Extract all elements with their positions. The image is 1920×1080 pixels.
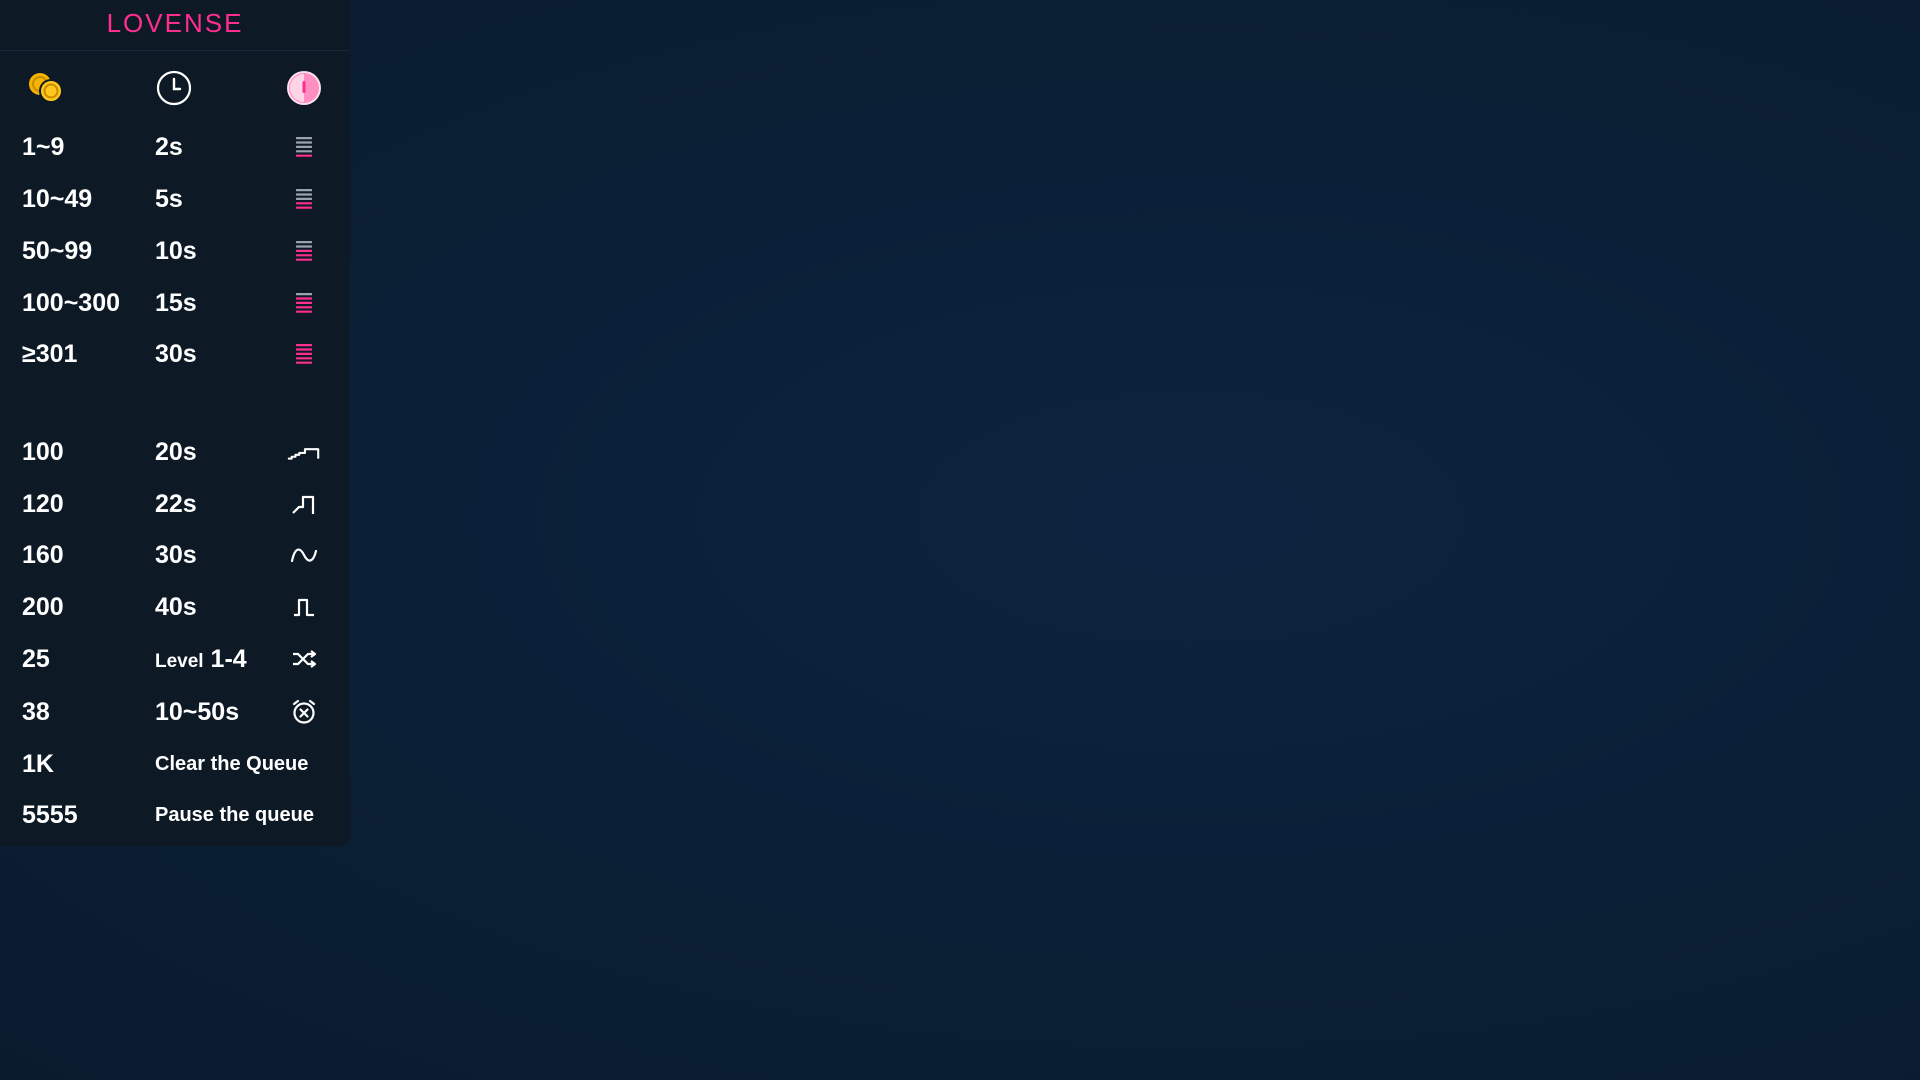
random-time-row: 38 10~50s [0, 686, 350, 738]
duration: 5s [155, 185, 183, 213]
level-bar [296, 301, 312, 304]
level-bar [296, 154, 312, 157]
level-row: ≥301 30s [0, 328, 350, 380]
square-pulse-icon [286, 581, 322, 633]
duration: Level 1-4 [155, 633, 247, 685]
level-bar [296, 254, 312, 257]
duration: 15s [155, 289, 197, 317]
level-bar [296, 306, 312, 309]
token-amount: 200 [22, 593, 64, 621]
level-bars-icon [286, 225, 322, 277]
brand-logo: LOVENSE [106, 8, 244, 38]
token-range: ≥301 [22, 340, 78, 368]
token-amount: 100 [22, 438, 64, 466]
level-bar [296, 361, 312, 364]
level-bar [296, 197, 312, 200]
level-bar [296, 249, 312, 252]
level-bars-icon [286, 277, 322, 329]
token-amount: 1K [22, 750, 54, 778]
token-amount: 25 [22, 645, 50, 673]
duration: 22s [155, 490, 197, 518]
token-range: 100~300 [22, 289, 121, 317]
brand-divider [0, 50, 350, 51]
wave-pattern-icon [286, 426, 322, 478]
duration: 40s [155, 593, 197, 621]
token-range: 50~99 [22, 237, 93, 265]
level-bar [296, 145, 312, 148]
pattern-row: 160 30s [0, 529, 350, 581]
coins-icon [26, 62, 66, 114]
clear-queue-label: Clear the Queue [155, 753, 309, 775]
shuffle-icon [286, 633, 322, 685]
level-value: 1-4 [210, 645, 247, 673]
level-bars-icon [286, 328, 322, 380]
pause-queue-label: Pause the queue [155, 804, 314, 826]
token-range: 1~9 [22, 133, 65, 161]
level-bar [296, 357, 312, 360]
duration: 10s [155, 237, 197, 265]
level-bar [296, 206, 312, 209]
random-level-row: 25 Level 1-4 [0, 633, 350, 685]
level-prefix: Level [155, 651, 204, 672]
level-row: 10~49 5s [0, 173, 350, 225]
level-bars-icon [286, 121, 322, 173]
level-bar [296, 189, 312, 192]
level-bar [296, 137, 312, 140]
level-bar [296, 241, 312, 244]
alarm-clock-icon [286, 686, 322, 738]
level-bar [296, 297, 312, 300]
pattern-row: 100 20s [0, 426, 350, 478]
level-row: 100~300 15s [0, 277, 350, 329]
level-bar [296, 348, 312, 351]
token-amount: 38 [22, 698, 50, 726]
duration: 20s [155, 438, 197, 466]
duration: 2s [155, 133, 183, 161]
vibration-level-icon [286, 62, 322, 114]
duration: 10~50s [155, 698, 240, 726]
level-bar [296, 245, 312, 248]
clear-queue-row: 1K Clear the Queue [0, 738, 350, 790]
level-bar [296, 344, 312, 347]
duration: 30s [155, 340, 197, 368]
level-row: 50~99 10s [0, 225, 350, 277]
level-bar [296, 141, 312, 144]
pattern-row: 200 40s [0, 581, 350, 633]
pulse-pattern-icon [286, 478, 322, 530]
token-amount: 160 [22, 541, 64, 569]
level-bar [296, 293, 312, 296]
clock-icon [156, 62, 192, 114]
level-row: 1~9 2s [0, 121, 350, 173]
token-amount: 120 [22, 490, 64, 518]
token-amount: 5555 [22, 801, 78, 829]
level-bars-icon [286, 173, 322, 225]
level-bar [296, 150, 312, 153]
sine-wave-icon [286, 529, 322, 581]
level-bar [296, 193, 312, 196]
pattern-row: 120 22s [0, 478, 350, 530]
level-bar [296, 258, 312, 261]
level-bar [296, 352, 312, 355]
duration: 30s [155, 541, 197, 569]
pause-queue-row: 5555 Pause the queue [0, 789, 350, 841]
level-bar [296, 202, 312, 205]
token-range: 10~49 [22, 185, 93, 213]
header-row [0, 62, 350, 114]
level-bar [296, 310, 312, 313]
tip-menu-panel: LOVENSE 1~9 2s 10~49 5s 50~99 10s 100~30… [0, 0, 350, 846]
